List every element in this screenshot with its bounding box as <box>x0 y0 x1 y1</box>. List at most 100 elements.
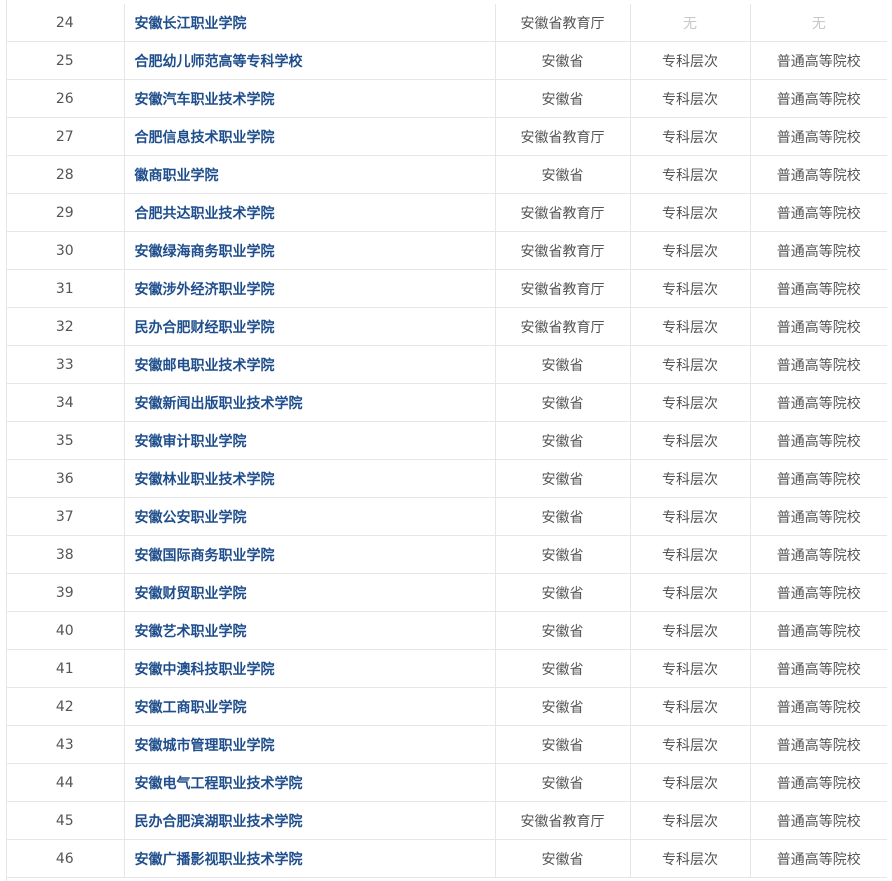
school-type: 普通高等院校 <box>750 535 887 574</box>
school-name-link[interactable]: 安徽涉外经济职业学院 <box>124 269 496 308</box>
school-authority: 安徽省教育厅 <box>495 801 631 840</box>
table-row: 46 安徽广播影视职业技术学院 安徽省 专科层次 普通高等院校 <box>6 839 887 878</box>
school-type: 普通高等院校 <box>750 497 887 536</box>
table-row: 32 民办合肥财经职业学院 安徽省教育厅 专科层次 普通高等院校 <box>6 307 887 346</box>
school-authority: 安徽省教育厅 <box>495 307 631 346</box>
school-name-link[interactable]: 安徽汽车职业技术学院 <box>124 79 496 118</box>
school-type: 普通高等院校 <box>750 231 887 270</box>
school-name-link[interactable]: 安徽国际商务职业学院 <box>124 535 496 574</box>
school-level: 专科层次 <box>630 725 751 764</box>
school-name-link[interactable]: 安徽公安职业学院 <box>124 497 496 536</box>
row-index: 39 <box>6 573 125 612</box>
school-authority: 安徽省 <box>495 535 631 574</box>
row-index: 44 <box>6 763 125 802</box>
school-authority: 安徽省 <box>495 459 631 498</box>
school-authority: 安徽省教育厅 <box>495 231 631 270</box>
row-index: 37 <box>6 497 125 536</box>
row-index: 26 <box>6 79 125 118</box>
school-authority: 安徽省 <box>495 839 631 878</box>
school-name-link[interactable]: 安徽审计职业学院 <box>124 421 496 460</box>
table-row: 44 安徽电气工程职业技术学院 安徽省 专科层次 普通高等院校 <box>6 763 887 802</box>
table-row: 38 安徽国际商务职业学院 安徽省 专科层次 普通高等院校 <box>6 535 887 574</box>
school-authority: 安徽省教育厅 <box>495 4 631 42</box>
school-name-link[interactable]: 安徽广播影视职业技术学院 <box>124 839 496 878</box>
school-name-link[interactable]: 安徽艺术职业学院 <box>124 611 496 650</box>
school-authority: 安徽省教育厅 <box>495 269 631 308</box>
school-authority: 安徽省 <box>495 79 631 118</box>
row-index: 42 <box>6 687 125 726</box>
row-index: 30 <box>6 231 125 270</box>
school-level: 专科层次 <box>630 459 751 498</box>
school-authority: 安徽省 <box>495 41 631 80</box>
table-row: 29 合肥共达职业技术学院 安徽省教育厅 专科层次 普通高等院校 <box>6 193 887 232</box>
school-authority: 安徽省 <box>495 383 631 422</box>
table-row: 31 安徽涉外经济职业学院 安徽省教育厅 专科层次 普通高等院校 <box>6 269 887 308</box>
school-level: 专科层次 <box>630 573 751 612</box>
school-type: 普通高等院校 <box>750 459 887 498</box>
row-index: 35 <box>6 421 125 460</box>
school-name-link[interactable]: 安徽城市管理职业学院 <box>124 725 496 764</box>
school-level: 专科层次 <box>630 421 751 460</box>
table-row: 39 安徽财贸职业学院 安徽省 专科层次 普通高等院校 <box>6 573 887 612</box>
row-index: 29 <box>6 193 125 232</box>
school-authority: 安徽省 <box>495 421 631 460</box>
row-index: 40 <box>6 611 125 650</box>
row-index: 27 <box>6 117 125 156</box>
school-authority: 安徽省教育厅 <box>495 193 631 232</box>
table-row: 34 安徽新闻出版职业技术学院 安徽省 专科层次 普通高等院校 <box>6 383 887 422</box>
school-level: 专科层次 <box>630 611 751 650</box>
school-authority: 安徽省 <box>495 611 631 650</box>
school-level: 专科层次 <box>630 345 751 384</box>
row-index: 46 <box>6 839 125 878</box>
school-level: 专科层次 <box>630 801 751 840</box>
table-row: 28 徽商职业学院 安徽省 专科层次 普通高等院校 <box>6 155 887 194</box>
school-authority: 安徽省教育厅 <box>495 117 631 156</box>
school-name-link[interactable]: 徽商职业学院 <box>124 155 496 194</box>
row-index: 25 <box>6 41 125 80</box>
table-row: 36 安徽林业职业技术学院 安徽省 专科层次 普通高等院校 <box>6 459 887 498</box>
school-name-link[interactable]: 安徽邮电职业技术学院 <box>124 345 496 384</box>
table-row: 25 合肥幼儿师范高等专科学校 安徽省 专科层次 普通高等院校 <box>6 41 887 80</box>
table-row: 43 安徽城市管理职业学院 安徽省 专科层次 普通高等院校 <box>6 725 887 764</box>
school-level: 专科层次 <box>630 535 751 574</box>
school-name-link[interactable]: 安徽绿海商务职业学院 <box>124 231 496 270</box>
school-authority: 安徽省 <box>495 649 631 688</box>
table-row: 33 安徽邮电职业技术学院 安徽省 专科层次 普通高等院校 <box>6 345 887 384</box>
school-level: 专科层次 <box>630 231 751 270</box>
school-type: 普通高等院校 <box>750 725 887 764</box>
school-type: 普通高等院校 <box>750 307 887 346</box>
school-name-link[interactable]: 安徽新闻出版职业技术学院 <box>124 383 496 422</box>
school-authority: 安徽省 <box>495 345 631 384</box>
school-level: 专科层次 <box>630 839 751 878</box>
table-row: 24 安徽长江职业学院 安徽省教育厅无无 <box>6 4 887 42</box>
school-authority: 安徽省 <box>495 573 631 612</box>
row-index: 45 <box>6 801 125 840</box>
school-name-link[interactable]: 安徽财贸职业学院 <box>124 573 496 612</box>
school-name-link[interactable]: 安徽长江职业学院 <box>124 4 496 42</box>
school-list-table: 24 安徽长江职业学院 安徽省教育厅无无 25 合肥幼儿师范高等专科学校 安徽省 专科层次普… <box>6 4 887 878</box>
school-name-link[interactable]: 民办合肥财经职业学院 <box>124 307 496 346</box>
school-list-body: 24 安徽长江职业学院 安徽省教育厅无无 25 合肥幼儿师范高等专科学校 安徽省 专科层次普… <box>6 4 887 878</box>
school-type: 普通高等院校 <box>750 421 887 460</box>
school-level: 专科层次 <box>630 383 751 422</box>
school-name-link[interactable]: 民办合肥滨湖职业技术学院 <box>124 801 496 840</box>
school-name-link[interactable]: 安徽电气工程职业技术学院 <box>124 763 496 802</box>
school-name-link[interactable]: 安徽工商职业学院 <box>124 687 496 726</box>
school-name-link[interactable]: 合肥信息技术职业学院 <box>124 117 496 156</box>
school-type: 普通高等院校 <box>750 155 887 194</box>
school-name-link[interactable]: 安徽林业职业技术学院 <box>124 459 496 498</box>
school-name-link[interactable]: 安徽中澳科技职业学院 <box>124 649 496 688</box>
school-name-link[interactable]: 合肥幼儿师范高等专科学校 <box>124 41 496 80</box>
row-index: 32 <box>6 307 125 346</box>
table-row: 26 安徽汽车职业技术学院 安徽省 专科层次 普通高等院校 <box>6 79 887 118</box>
row-index: 28 <box>6 155 125 194</box>
table-row: 41 安徽中澳科技职业学院 安徽省 专科层次 普通高等院校 <box>6 649 887 688</box>
school-authority: 安徽省 <box>495 687 631 726</box>
school-level: 专科层次 <box>630 497 751 536</box>
table-row: 42 安徽工商职业学院 安徽省 专科层次 普通高等院校 <box>6 687 887 726</box>
school-type: 普通高等院校 <box>750 345 887 384</box>
school-type: 普通高等院校 <box>750 763 887 802</box>
table-row: 35 安徽审计职业学院 安徽省 专科层次 普通高等院校 <box>6 421 887 460</box>
school-level: 专科层次 <box>630 763 751 802</box>
school-name-link[interactable]: 合肥共达职业技术学院 <box>124 193 496 232</box>
